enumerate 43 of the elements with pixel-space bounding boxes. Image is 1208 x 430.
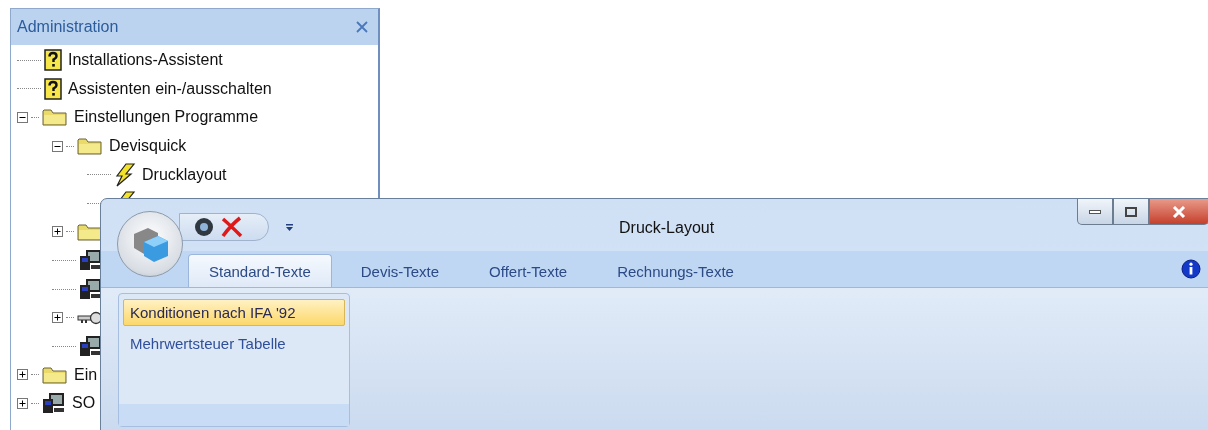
collapse-toggle[interactable] bbox=[17, 112, 28, 123]
close-icon[interactable] bbox=[220, 216, 244, 238]
computer-icon bbox=[42, 391, 66, 416]
folder-icon bbox=[77, 136, 103, 157]
restore-icon bbox=[1125, 206, 1137, 217]
expand-toggle[interactable] bbox=[17, 397, 28, 409]
close-icon[interactable] bbox=[356, 21, 368, 33]
ribbon-item[interactable]: Mehrwertsteuer Tabelle bbox=[123, 330, 345, 357]
ribbon-tab[interactable]: Devis-Texte bbox=[339, 254, 461, 287]
expand-toggle[interactable] bbox=[17, 369, 28, 381]
ribbon-tab[interactable]: Standard-Texte bbox=[188, 254, 332, 287]
tree-item[interactable]: Installations-Assistent bbox=[65, 51, 223, 70]
disc-icon[interactable] bbox=[194, 217, 214, 237]
info-icon[interactable] bbox=[1181, 259, 1201, 279]
close-icon bbox=[1172, 205, 1186, 218]
computer-icon bbox=[79, 334, 103, 359]
close-button[interactable] bbox=[1149, 199, 1208, 225]
folder-icon bbox=[42, 107, 68, 128]
tree-item[interactable]: Devisquick bbox=[106, 137, 187, 156]
help-icon bbox=[44, 77, 62, 100]
collapse-toggle[interactable] bbox=[52, 140, 63, 152]
minimize-icon bbox=[1089, 208, 1101, 215]
maximize-button[interactable] bbox=[1113, 199, 1149, 225]
computer-icon bbox=[79, 277, 103, 302]
customize-caret-icon[interactable] bbox=[285, 223, 294, 232]
folder-icon bbox=[42, 364, 68, 385]
tree-item[interactable]: Assistenten ein-/ausschalten bbox=[65, 79, 272, 98]
panel-title: Administration bbox=[17, 18, 119, 36]
minimize-button[interactable] bbox=[1077, 199, 1113, 225]
tree-item[interactable]: Ein bbox=[71, 365, 98, 384]
tree-item[interactable]: Drucklayout bbox=[139, 165, 227, 184]
help-icon bbox=[44, 49, 62, 72]
computer-icon bbox=[79, 248, 103, 273]
tree-item[interactable]: Einstellungen Programme bbox=[71, 108, 259, 127]
window-title: Druck-Layout bbox=[619, 219, 715, 237]
ribbon-tab[interactable]: Offert-Texte bbox=[468, 254, 589, 287]
key-icon bbox=[77, 310, 103, 325]
expand-toggle[interactable] bbox=[52, 226, 63, 238]
ribbon-tab[interactable]: Rechnungs-Texte bbox=[596, 254, 755, 287]
tree-item[interactable]: SO bbox=[69, 394, 96, 413]
ribbon-item[interactable]: Konditionen nach IFA '92 bbox=[123, 299, 345, 326]
folder-icon bbox=[77, 221, 103, 242]
expand-toggle[interactable] bbox=[52, 312, 63, 324]
